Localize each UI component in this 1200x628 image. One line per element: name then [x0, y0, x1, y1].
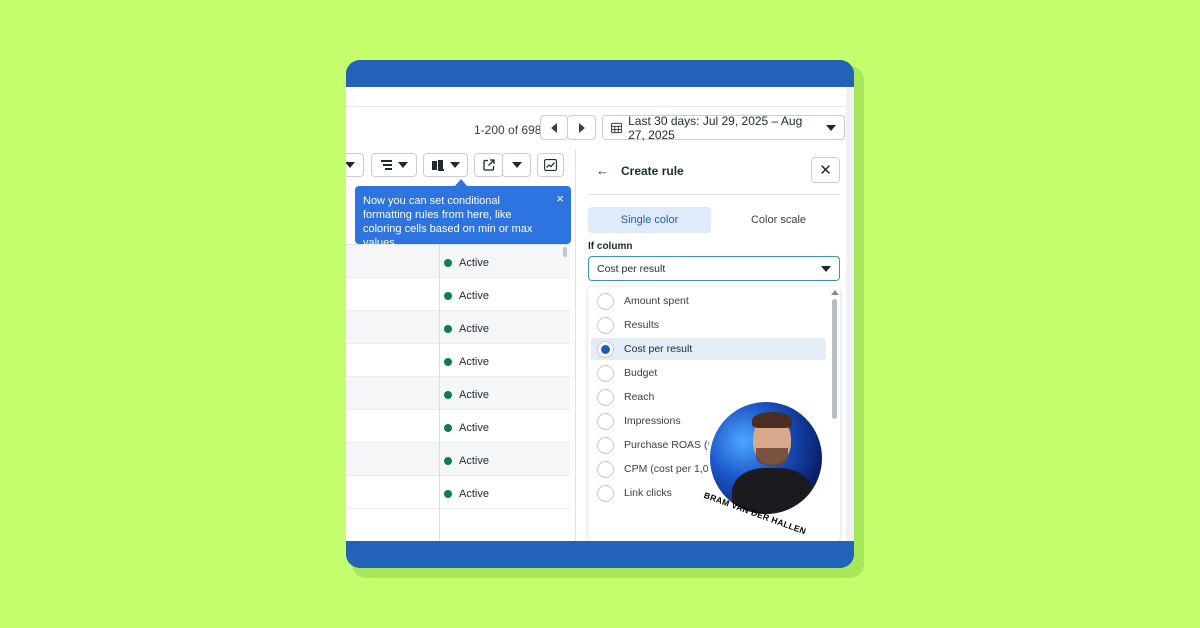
top-band — [346, 60, 854, 87]
radio-button[interactable] — [597, 316, 614, 334]
radio-dot-icon — [601, 344, 610, 354]
status-dot-icon — [444, 325, 452, 333]
close-icon[interactable]: × — [556, 192, 564, 206]
tab-single-color[interactable]: Single color — [588, 207, 711, 233]
status-label: Active — [459, 422, 489, 434]
columns-dropdown-button[interactable] — [346, 153, 364, 177]
option-label: CPM (cost per 1,000 — [624, 463, 721, 475]
pagination-count: 1-200 of 698 — [474, 123, 542, 137]
breakdown-button[interactable] — [371, 153, 417, 177]
reports-button[interactable] — [423, 153, 468, 177]
radio-button[interactable] — [597, 292, 614, 310]
breakdown-icon — [380, 160, 392, 170]
chevron-down-icon — [449, 162, 460, 168]
status-label: Active — [459, 389, 489, 401]
option-label: Reach — [624, 391, 655, 403]
export-dropdown-button[interactable] — [502, 153, 531, 177]
triangle-right-icon — [578, 122, 585, 133]
panel-title: Create rule — [621, 163, 684, 178]
chart-toggle-button[interactable] — [537, 153, 564, 177]
status-label: Active — [459, 488, 489, 500]
export-icon — [482, 159, 495, 171]
status-dot-icon — [444, 391, 452, 399]
if-column-label: If column — [588, 241, 633, 252]
status-label: Active — [459, 455, 489, 467]
option-label: Purchase ROAS (re — [624, 439, 717, 451]
avatar-hair — [752, 412, 792, 428]
chevron-down-icon — [511, 162, 522, 168]
triangle-left-icon — [551, 122, 557, 133]
avatar-beard — [756, 448, 788, 466]
radio-button[interactable] — [597, 364, 614, 382]
radio-button[interactable] — [597, 460, 614, 478]
date-range-button[interactable]: Last 30 days: Jul 29, 2025 – Aug 27, 202… — [602, 113, 845, 142]
status-dot-icon — [444, 424, 452, 432]
bottom-band — [346, 541, 854, 568]
chevron-down-icon — [346, 162, 355, 168]
right-scroll-track[interactable] — [846, 87, 854, 541]
status-label: Active — [459, 290, 489, 302]
status-dot-icon — [444, 259, 452, 267]
status-label: Active — [459, 323, 489, 335]
status-cell: Active — [444, 290, 489, 302]
status-label: Active — [459, 257, 489, 269]
divider — [588, 194, 840, 195]
radio-button[interactable] — [597, 412, 614, 430]
top-strip — [346, 87, 846, 107]
status-cell: Active — [444, 356, 489, 368]
status-dot-icon — [444, 292, 452, 300]
arrow-left-icon[interactable]: ← — [596, 163, 609, 178]
next-page-button[interactable] — [567, 115, 596, 140]
chevron-down-icon — [821, 265, 831, 272]
column-divider — [439, 245, 440, 541]
calendar-grid-icon — [611, 122, 623, 133]
status-dot-icon — [444, 490, 452, 498]
status-cell: Active — [444, 455, 489, 467]
close-icon: ✕ — [819, 162, 832, 179]
option-label: Link clicks — [624, 487, 672, 499]
prev-page-button[interactable] — [540, 115, 568, 140]
option-label: Results — [624, 319, 660, 331]
close-panel-button[interactable]: ✕ — [811, 157, 840, 183]
tooltip-text: Now you can set conditional formatting r… — [363, 195, 533, 249]
status-cell: Active — [444, 422, 489, 434]
status-dot-icon — [444, 457, 452, 465]
radio-button[interactable] — [597, 436, 614, 454]
status-cell: Active — [444, 389, 489, 401]
option-cost-per-result[interactable]: Cost per result — [591, 338, 826, 360]
table-scroll-thumb[interactable] — [563, 247, 567, 257]
status-cell: Active — [444, 323, 489, 335]
chevron-down-icon — [397, 162, 408, 168]
dropdown-scroll-thumb[interactable] — [832, 299, 837, 419]
option-amount-spent[interactable]: Amount spent — [591, 290, 826, 312]
status-dot-icon — [444, 358, 452, 366]
scroll-up-icon[interactable] — [831, 290, 839, 295]
radio-button-selected[interactable] — [597, 340, 614, 358]
option-label: Cost per result — [624, 343, 693, 355]
status-cell: Active — [444, 257, 489, 269]
radio-button[interactable] — [597, 484, 614, 502]
option-results[interactable]: Results — [591, 314, 826, 336]
panel-header: ← Create rule — [596, 163, 684, 178]
reports-icon — [431, 159, 444, 171]
chevron-down-icon — [826, 124, 836, 131]
column-select[interactable]: Cost per result — [588, 256, 840, 281]
option-budget[interactable]: Budget — [591, 362, 826, 384]
date-range-label: Last 30 days: Jul 29, 2025 – Aug 27, 202… — [628, 113, 803, 142]
tab-color-scale[interactable]: Color scale — [717, 207, 840, 233]
option-label: Amount spent — [624, 295, 689, 307]
radio-button[interactable] — [597, 388, 614, 406]
formatting-tooltip: Now you can set conditional formatting r… — [355, 186, 571, 249]
status-cell: Active — [444, 488, 489, 500]
option-label: Budget — [624, 367, 658, 379]
trend-chart-icon — [544, 159, 557, 171]
export-button[interactable] — [474, 153, 503, 177]
column-select-value: Cost per result — [597, 262, 666, 275]
option-label: Impressions — [624, 415, 681, 427]
status-label: Active — [459, 356, 489, 368]
